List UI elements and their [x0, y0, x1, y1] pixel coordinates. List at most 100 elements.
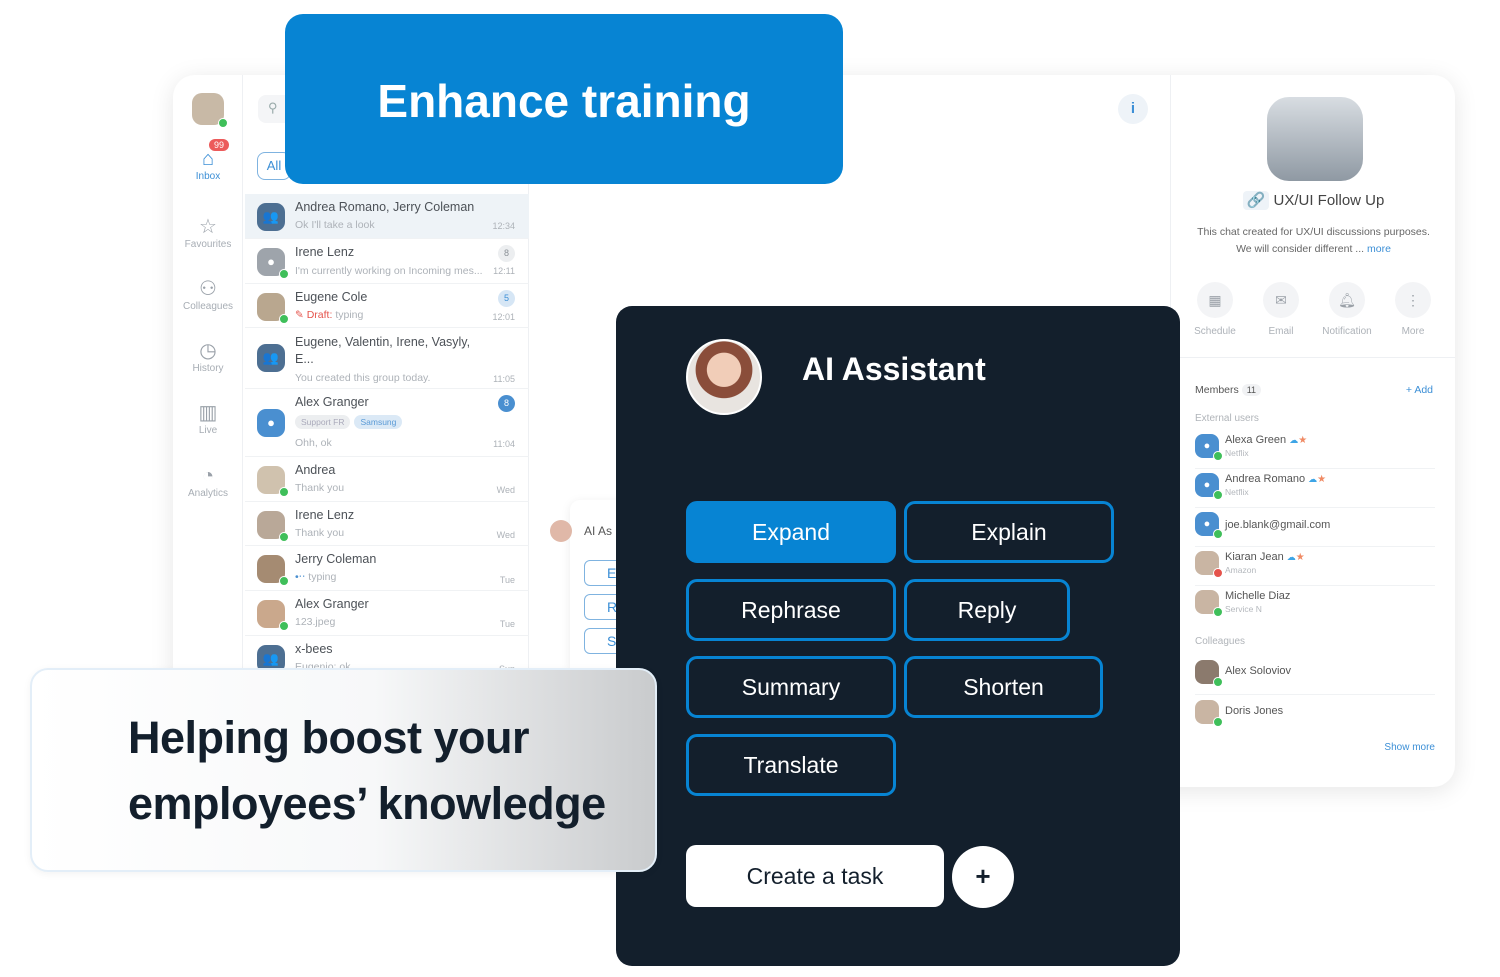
chat-details-panel: 🔗 UX/UI Follow Up This chat created for … [1170, 75, 1455, 787]
tagline-line-1: Helping boost your [128, 712, 530, 763]
user-avatar [257, 293, 289, 324]
sidebar-item-analytics[interactable]: ◔ Analytics [173, 464, 243, 499]
assistant-title: AI Assistant [802, 351, 986, 387]
label: Schedule [1194, 326, 1236, 337]
reply-button[interactable]: Reply [904, 579, 1070, 641]
user-avatar[interactable] [192, 93, 228, 128]
chat-description-cont: We will consider different ... [1236, 243, 1365, 255]
ghost-title: AI As [584, 524, 613, 538]
chat-row[interactable]: Jerry Coleman •‧‧ typing Tue [245, 546, 529, 591]
add-member-button[interactable]: + Add [1406, 384, 1433, 396]
user-avatar [257, 511, 289, 542]
chat-row[interactable]: Andrea Thank you Wed [245, 457, 529, 502]
sidebar-item-colleagues[interactable]: ⚇ Colleagues [173, 277, 243, 312]
member-name: Doris Jones [1225, 705, 1284, 717]
explain-button[interactable]: Explain [904, 501, 1114, 563]
member-item[interactable]: Michelle Diaz Service N [1195, 587, 1435, 625]
more-vertical-icon: ⋮ [1395, 282, 1431, 318]
info-icon: i [1130, 100, 1136, 117]
more-button[interactable]: ⋮ More [1383, 282, 1443, 337]
typing-dots-icon: •‧‧ [295, 571, 309, 583]
member-name: Andrea Romano [1225, 473, 1306, 485]
chat-row[interactable]: 👥 Eugene, Valentin, Irene, Vasyly, E... Yo… [245, 328, 529, 389]
salesforce-icon: ☁ [1308, 474, 1318, 484]
members-label: Members [1195, 384, 1239, 396]
chat-row[interactable]: Eugene Cole 5 ✎ Draft: typing 12:01 [245, 284, 529, 328]
member-name: Kiaran Jean [1225, 551, 1284, 563]
member-company: Amazon [1225, 565, 1257, 575]
email-button[interactable]: ✉ Email [1251, 282, 1311, 337]
translate-button[interactable]: Translate [686, 734, 896, 796]
chat-name: Jerry Coleman [295, 552, 377, 566]
more-link[interactable]: more [1367, 243, 1391, 255]
chat-time: 12:01 [492, 312, 515, 322]
chat-name: Eugene, Valentin, Irene, Vasyly, E... [295, 335, 471, 366]
chat-name: Eugene Cole [295, 290, 368, 304]
link-icon: 🔗 [1242, 191, 1270, 210]
inbox-icon: ⌂ [201, 148, 215, 170]
avatar [1195, 590, 1223, 617]
member-item[interactable]: Alex Soloviov [1195, 657, 1435, 695]
create-task-button[interactable]: Create a task [686, 845, 944, 907]
colleagues-label: Colleagues [1195, 636, 1246, 647]
user-avatar [257, 600, 289, 631]
tagline-line-2: employees’ knowledge [128, 778, 606, 829]
avatar: ● [1195, 434, 1223, 461]
chat-row[interactable]: Irene Lenz Thank you Wed [245, 502, 529, 546]
chat-time: 12:11 [493, 266, 515, 276]
label: Notification [1322, 326, 1372, 337]
group-avatar: 👥 [257, 203, 285, 231]
sidebar-item-inbox[interactable]: ⌂ 99 Inbox [173, 139, 243, 182]
inbox-badge: 99 [209, 139, 230, 151]
expand-button[interactable]: Expand [686, 501, 896, 563]
users-icon: ⚇ [199, 278, 217, 300]
pie-chart-icon: ◔ [201, 465, 215, 487]
show-more-link[interactable]: Show more [1384, 742, 1435, 753]
calendar-icon: ▦ [1197, 282, 1233, 318]
label: Live [198, 425, 218, 436]
plus-icon[interactable]: + [952, 846, 1014, 908]
chat-name: Alex Granger [295, 395, 369, 409]
member-item[interactable]: Kiaran Jean ☁★ Amazon [1195, 548, 1435, 586]
tag: Support FR [295, 415, 351, 429]
star-icon: ★ [1317, 474, 1327, 485]
member-company: Netflix [1225, 487, 1249, 497]
unread-count: 8 [498, 395, 515, 412]
star-icon: ☆ [199, 216, 217, 238]
shorten-button[interactable]: Shorten [904, 656, 1103, 718]
salesforce-icon: ☁ [1286, 552, 1296, 562]
chat-time: Tue [499, 575, 515, 585]
avatar: ● [1195, 473, 1223, 500]
sidebar-item-history[interactable]: ◷ History [173, 339, 243, 374]
member-item[interactable]: ● joe.blank@gmail.com [1195, 509, 1435, 547]
member-item[interactable]: Doris Jones [1195, 697, 1435, 735]
sidebar-item-favourites[interactable]: ☆ Favourites [173, 215, 243, 250]
label: Inbox [195, 171, 221, 182]
chat-preview: 123.jpeg [295, 616, 336, 628]
search-icon: ⚲ [268, 100, 278, 115]
group-photo [1267, 97, 1363, 181]
chat-row[interactable]: 👥 Andrea Romano, Jerry Coleman Ok I'll tak… [245, 194, 529, 239]
rephrase-button[interactable]: Rephrase [686, 579, 896, 641]
pencil-icon: ✎ [295, 309, 307, 321]
chat-row[interactable]: ● Alex Granger 8 Support FR Samsung Ohh, ok 11… [245, 389, 529, 457]
member-item[interactable]: ● Alexa Green ☁★ Netflix [1195, 431, 1435, 469]
summary-button[interactable]: Summary [686, 656, 896, 718]
label: Analytics [187, 488, 228, 499]
ai-assistant-panel: AI Assistant Expand Explain Rephrase Rep… [616, 306, 1180, 966]
schedule-button[interactable]: ▦ Schedule [1185, 282, 1245, 337]
notification-button[interactable]: 🔔︎ Notification [1312, 282, 1382, 337]
chat-row[interactable]: ● Irene Lenz 8 I'm currently working on Inc… [245, 239, 529, 284]
member-name: Michelle Diaz [1225, 590, 1291, 602]
info-button[interactable]: i [1118, 94, 1148, 124]
user-avatar: ● [257, 409, 285, 437]
label: History [192, 363, 224, 374]
chat-row[interactable]: Alex Granger 123.jpeg Tue [245, 591, 529, 636]
chat-preview: I'm currently working on Incoming mes... [295, 265, 483, 277]
member-item[interactable]: ● Andrea Romano ☁★ Netflix [1195, 470, 1435, 508]
group-avatar: 👥 [257, 344, 285, 372]
unread-count: 5 [498, 290, 515, 307]
sidebar-item-live[interactable]: ▥ Live [173, 401, 243, 436]
bell-icon: 🔔︎ [1329, 282, 1365, 318]
member-email: joe.blank@gmail.com [1225, 519, 1331, 531]
